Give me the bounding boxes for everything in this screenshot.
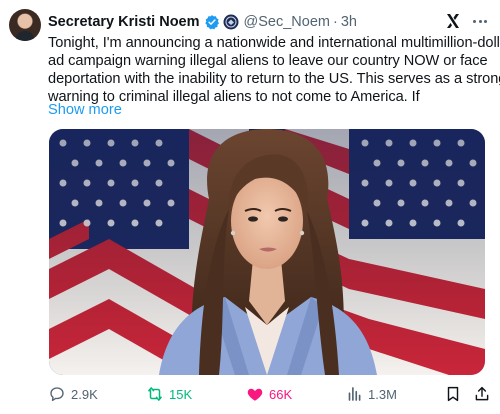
timestamp[interactable]: 3h (341, 14, 357, 30)
views-count: 1.3M (368, 386, 397, 402)
bookmark-icon (447, 386, 459, 402)
tweet-text-line: deportation with the inability to return… (48, 71, 500, 87)
views-icon (348, 387, 361, 401)
reply-button[interactable]: 2.9K (48, 383, 98, 405)
like-icon (247, 388, 263, 401)
reply-icon (50, 387, 64, 402)
share-icon (475, 386, 489, 401)
repost-count: 15K (169, 386, 193, 402)
verified-badge-icon[interactable] (204, 14, 220, 30)
repost-icon (148, 387, 162, 401)
show-more-link[interactable]: Show more (48, 102, 122, 118)
tweet-video[interactable] (49, 129, 485, 375)
views-button[interactable]: 1.3M (345, 383, 397, 405)
grok-icon[interactable] (444, 12, 462, 30)
tweet-text: Tonight, I'm announcing a nationwide and… (48, 34, 500, 106)
reply-count: 2.9K (71, 386, 98, 402)
more-icon[interactable] (469, 11, 491, 31)
display-name[interactable]: Secretary Kristi Noem (48, 14, 200, 30)
share-button[interactable] (473, 383, 496, 405)
like-count: 66K (269, 386, 293, 402)
bookmark-button[interactable] (444, 383, 467, 405)
government-seal-icon (223, 14, 239, 30)
tweet-actions: 2.9K 15K 66K 1.3M (48, 383, 494, 405)
tweet: Secretary Kristi Noem @Sec_Noem · 3h Ton… (0, 0, 500, 414)
tweet-text-line: Tonight, I'm announcing a nationwide and… (48, 35, 500, 51)
tweet-header: Secretary Kristi Noem @Sec_Noem · 3h (48, 12, 357, 32)
handle[interactable]: @Sec_Noem (244, 14, 330, 30)
avatar[interactable] (9, 9, 41, 41)
like-button[interactable]: 66K (246, 383, 292, 405)
repost-button[interactable]: 15K (146, 383, 192, 405)
tweet-text-line: ad campaign warning illegal aliens to le… (48, 53, 488, 69)
separator-dot: · (332, 14, 338, 30)
